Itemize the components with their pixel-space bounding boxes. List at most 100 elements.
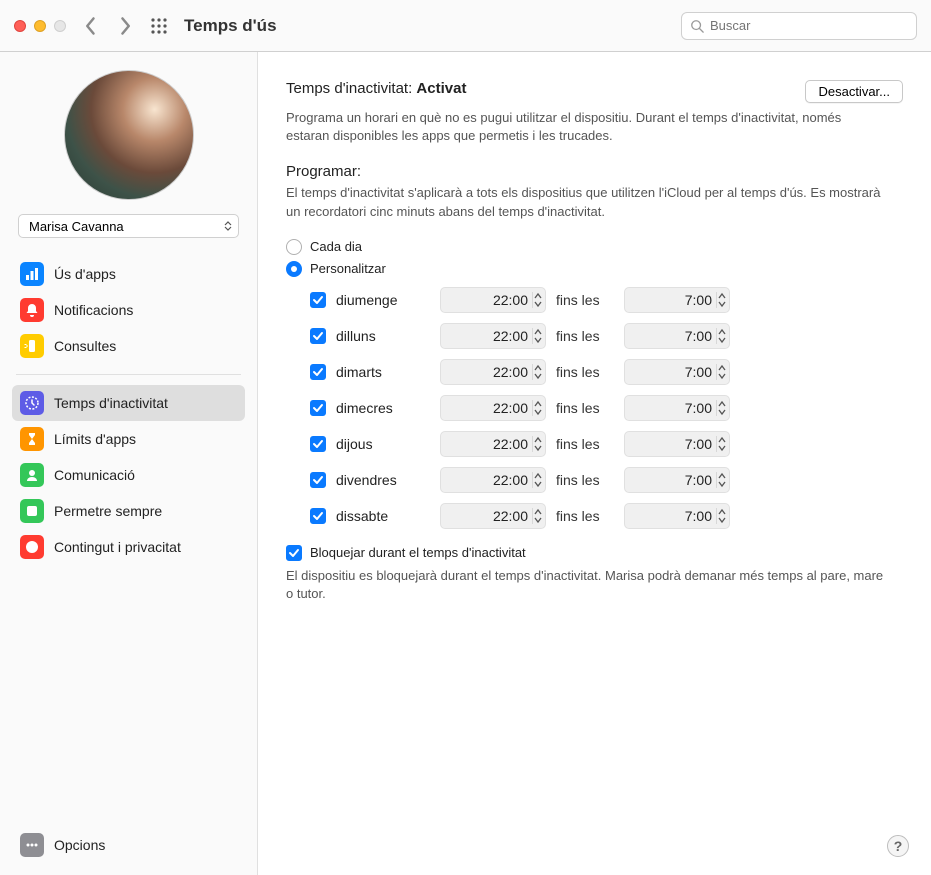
sidebar-item-label: Notificacions (54, 302, 133, 318)
time-from-value: 22:00 (449, 400, 532, 416)
help-button[interactable]: ? (887, 835, 909, 857)
block-checkbox[interactable] (286, 545, 302, 561)
sidebar-item-options[interactable]: Opcions (12, 827, 245, 863)
time-from-field[interactable]: 22:00 (440, 359, 546, 385)
stepper[interactable] (716, 292, 727, 308)
radio-custom[interactable] (286, 261, 302, 277)
radio-every-day-label: Cada dia (310, 239, 362, 254)
sidebar-item[interactable]: Consultes (12, 328, 245, 364)
stepper[interactable] (716, 508, 727, 524)
time-to-field[interactable]: 7:00 (624, 359, 730, 385)
bell-icon (20, 298, 44, 322)
search-field[interactable] (681, 12, 917, 40)
stepper[interactable] (716, 436, 727, 452)
time-to-field[interactable]: 7:00 (624, 395, 730, 421)
maximize-window-button[interactable] (54, 20, 66, 32)
day-checkbox[interactable] (310, 400, 326, 416)
search-input[interactable] (710, 18, 908, 33)
day-row: dissabte22:00fins les7:00 (310, 503, 903, 529)
sidebar-item-label: Permetre sempre (54, 503, 162, 519)
chart-icon (20, 262, 44, 286)
sidebar-item[interactable]: Temps d'inactivitat (12, 385, 245, 421)
time-separator: fins les (556, 400, 614, 416)
time-to-value: 7:00 (633, 364, 716, 380)
time-separator: fins les (556, 292, 614, 308)
day-label: dilluns (336, 328, 430, 344)
day-label: dissabte (336, 508, 430, 524)
disable-button[interactable]: Desactivar... (805, 80, 903, 103)
time-from-field[interactable]: 22:00 (440, 467, 546, 493)
time-from-field[interactable]: 22:00 (440, 323, 546, 349)
back-button[interactable] (84, 16, 98, 36)
show-all-prefs-button[interactable] (150, 17, 168, 35)
chevron-updown-icon (224, 221, 232, 231)
time-to-value: 7:00 (633, 400, 716, 416)
day-checkbox[interactable] (310, 292, 326, 308)
user-select-label: Marisa Cavanna (29, 219, 124, 234)
day-label: dijous (336, 436, 430, 452)
time-from-value: 22:00 (449, 328, 532, 344)
day-row: diumenge 22:00 fins les 7:00 (310, 287, 903, 313)
radio-every-day[interactable] (286, 239, 302, 255)
window-controls (14, 20, 66, 32)
day-checkbox[interactable] (310, 436, 326, 452)
stepper[interactable] (532, 472, 543, 488)
stepper[interactable] (532, 508, 543, 524)
content-icon (20, 535, 44, 559)
time-to-field[interactable]: 7:00 (624, 467, 730, 493)
day-checkbox[interactable] (310, 328, 326, 344)
sidebar-divider (16, 374, 241, 375)
day-label: diumenge (336, 292, 430, 308)
day-checkbox[interactable] (310, 472, 326, 488)
sidebar-item[interactable]: Ús d'apps (12, 256, 245, 292)
sidebar-item[interactable]: Contingut i privacitat (12, 529, 245, 565)
time-to-field[interactable]: 7:00 (624, 287, 730, 313)
time-from-field[interactable]: 22:00 (440, 503, 546, 529)
sidebar-item[interactable]: Notificacions (12, 292, 245, 328)
sidebar-item[interactable]: Permetre sempre (12, 493, 245, 529)
time-from-field[interactable]: 22:00 (440, 431, 546, 457)
sidebar-item-label: Temps d'inactivitat (54, 395, 168, 411)
user-select[interactable]: Marisa Cavanna (18, 214, 239, 238)
day-checkbox[interactable] (310, 364, 326, 380)
day-label: dimecres (336, 400, 430, 416)
stepper[interactable] (532, 292, 543, 308)
stepper[interactable] (716, 328, 727, 344)
sidebar-item-label: Consultes (54, 338, 116, 354)
time-to-field[interactable]: 7:00 (624, 323, 730, 349)
main-content: Temps d'inactivitat: Activat Desactivar.… (258, 52, 931, 875)
time-to-value: 7:00 (633, 508, 716, 524)
heading-description: Programa un horari en què no es pugui ut… (286, 109, 886, 145)
sidebar-item[interactable]: Comunicació (12, 457, 245, 493)
forward-button[interactable] (118, 16, 132, 36)
day-row: dijous22:00fins les7:00 (310, 431, 903, 457)
stepper[interactable] (532, 364, 543, 380)
comm-icon (20, 463, 44, 487)
sidebar-item-label: Límits d'apps (54, 431, 136, 447)
day-row: dimarts22:00fins les7:00 (310, 359, 903, 385)
close-window-button[interactable] (14, 20, 26, 32)
stepper[interactable] (716, 364, 727, 380)
sidebar-item[interactable]: Límits d'apps (12, 421, 245, 457)
stepper[interactable] (532, 436, 543, 452)
sidebar: Marisa Cavanna Ús d'apps Notificacions Con… (0, 52, 258, 875)
nav-buttons (84, 16, 132, 36)
stepper[interactable] (532, 400, 543, 416)
window-title: Temps d'ús (184, 16, 681, 36)
stepper[interactable] (532, 328, 543, 344)
day-row: dilluns 22:00 fins les 7:00 (310, 323, 903, 349)
minimize-window-button[interactable] (34, 20, 46, 32)
limits-icon (20, 427, 44, 451)
time-to-field[interactable]: 7:00 (624, 503, 730, 529)
time-from-field[interactable]: 22:00 (440, 287, 546, 313)
block-checkbox-label: Bloquejar durant el temps d'inactivitat (310, 545, 526, 560)
time-separator: fins les (556, 328, 614, 344)
time-to-field[interactable]: 7:00 (624, 431, 730, 457)
time-from-value: 22:00 (449, 472, 532, 488)
time-from-value: 22:00 (449, 364, 532, 380)
stepper[interactable] (716, 400, 727, 416)
day-checkbox[interactable] (310, 508, 326, 524)
time-from-field[interactable]: 22:00 (440, 395, 546, 421)
stepper[interactable] (716, 472, 727, 488)
time-from-value: 22:00 (449, 508, 532, 524)
